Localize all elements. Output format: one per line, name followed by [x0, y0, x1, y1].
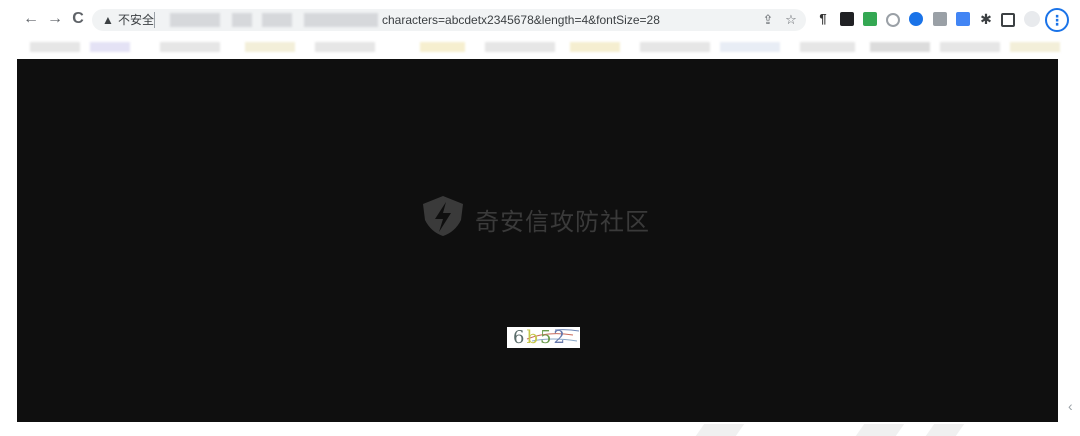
- watermark-text: 奇安信攻防社区: [475, 208, 650, 236]
- bookmark-item[interactable]: [315, 42, 375, 52]
- extension-icon[interactable]: [863, 12, 877, 26]
- extension-icon[interactable]: [886, 13, 900, 27]
- bookmark-item[interactable]: [485, 42, 555, 52]
- bookmark-item[interactable]: [870, 42, 930, 52]
- redacted-url: [170, 13, 220, 27]
- extension-icon[interactable]: [956, 12, 970, 26]
- divider: [154, 12, 155, 28]
- bookmark-item[interactable]: [420, 42, 465, 52]
- bookmark-item[interactable]: [1010, 42, 1060, 52]
- extension-icon[interactable]: [933, 12, 947, 26]
- extension-icon[interactable]: [909, 12, 923, 26]
- security-status[interactable]: 不安全: [118, 12, 154, 28]
- captcha-char: 2: [553, 327, 567, 348]
- browser-toolbar: ← → C ▲ 不安全 characters=abcdetx2345678&le…: [0, 0, 1080, 39]
- puzzle-icon[interactable]: ✱: [979, 12, 993, 26]
- redacted-url: [262, 13, 292, 27]
- background-decoration: [925, 424, 965, 436]
- bookmark-item[interactable]: [720, 42, 780, 52]
- pilcrow-extension-icon[interactable]: ¶: [816, 12, 830, 26]
- redacted-url: [232, 13, 252, 27]
- star-icon[interactable]: ☆: [783, 12, 799, 28]
- bookmark-item[interactable]: [570, 42, 620, 52]
- bookmark-item[interactable]: [245, 42, 295, 52]
- bookmark-item[interactable]: [940, 42, 1000, 52]
- captcha-char: 6: [513, 327, 527, 348]
- forward-button[interactable]: →: [45, 9, 65, 29]
- redacted-url: [304, 13, 378, 27]
- extension-icon[interactable]: [840, 12, 854, 26]
- back-button[interactable]: ←: [21, 9, 41, 29]
- bookmark-item[interactable]: [640, 42, 710, 52]
- captcha-text: 6b52: [513, 327, 567, 348]
- background-decoration: [855, 424, 905, 436]
- menu-button[interactable]: ⋮: [1045, 8, 1069, 32]
- address-bar[interactable]: ▲ 不安全 characters=abcdetx2345678&length=4…: [92, 9, 806, 31]
- bookmark-item[interactable]: [90, 42, 130, 52]
- captcha-char: 5: [539, 327, 554, 348]
- bookmark-item[interactable]: [160, 42, 220, 52]
- warning-icon[interactable]: ▲: [102, 12, 116, 27]
- reload-button[interactable]: C: [68, 9, 88, 29]
- side-panel-icon[interactable]: [1001, 13, 1015, 27]
- bookmarks-bar: [0, 38, 1080, 58]
- captcha-image: 6b52: [507, 327, 580, 348]
- shield-bolt-icon: [423, 196, 463, 236]
- bookmark-item[interactable]: [800, 42, 855, 52]
- background-decoration: [695, 424, 745, 436]
- chevron-left-icon[interactable]: ‹: [1068, 398, 1073, 414]
- url-text[interactable]: characters=abcdetx2345678&length=4&fontS…: [382, 12, 660, 28]
- profile-icon[interactable]: [1024, 11, 1040, 27]
- share-icon[interactable]: ⇪: [760, 12, 776, 28]
- bookmark-item[interactable]: [30, 42, 80, 52]
- watermark: 奇安信攻防社区: [419, 194, 679, 238]
- page-viewport: 奇安信攻防社区 6b52: [17, 59, 1058, 422]
- captcha-char: b: [526, 327, 540, 348]
